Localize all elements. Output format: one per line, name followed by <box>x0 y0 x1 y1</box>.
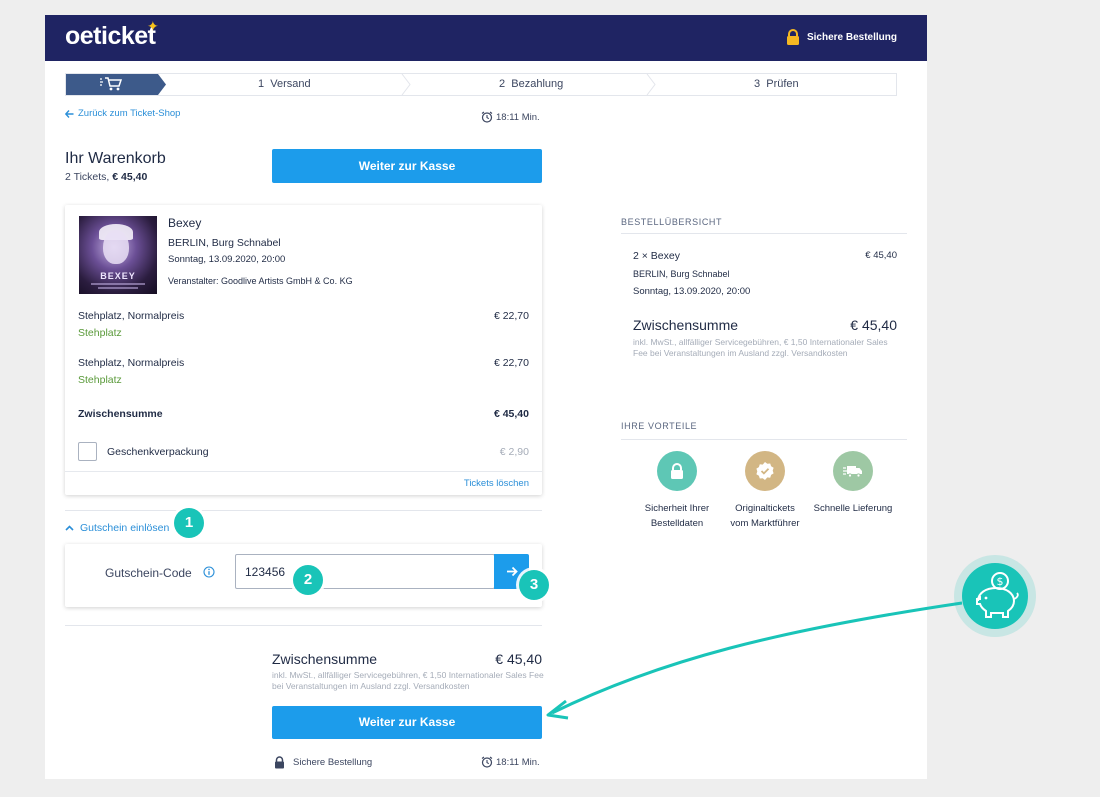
piggy-bank-icon: $ <box>962 563 1028 629</box>
svg-text:$: $ <box>997 575 1004 588</box>
annotation-badge-1: 1 <box>174 508 204 538</box>
savings-badge: $ <box>954 555 1036 637</box>
annotation-badge-3: 3 <box>519 570 549 600</box>
annotation-arrow <box>546 601 963 720</box>
annotation-badge-2: 2 <box>293 565 323 595</box>
piggy-bank-icon: $ <box>976 572 1019 618</box>
